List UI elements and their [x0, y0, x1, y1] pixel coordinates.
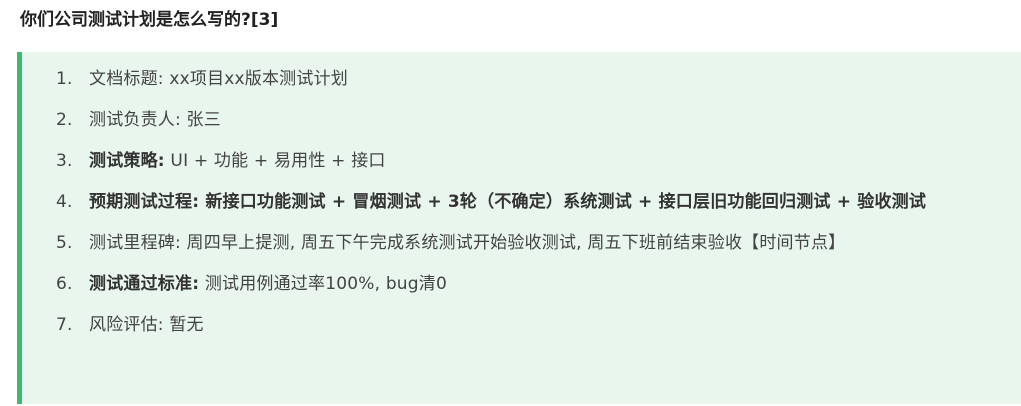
- plan-list: 1. 文档标题: xx项目xx版本测试计划 2. 测试负责人: 张三 3. 测试…: [22, 64, 1021, 351]
- item-label: 测试通过标准:: [89, 274, 200, 294]
- list-item-owner: 2. 测试负责人: 张三: [22, 105, 1021, 135]
- item-value: UI + 功能 + 易用性 + 接口: [170, 151, 386, 171]
- list-number: 7.: [56, 315, 73, 335]
- item-label: 测试负责人:: [89, 110, 181, 130]
- page-title: 你们公司测试计划是怎么写的?[3]: [20, 10, 279, 30]
- list-number: 5.: [56, 233, 73, 253]
- item-value: xx项目xx版本测试计划: [169, 69, 348, 89]
- item-label: 风险评估:: [89, 315, 164, 335]
- list-number: 4.: [56, 192, 73, 212]
- list-number: 1.: [56, 69, 73, 89]
- item-label: 测试里程碑:: [89, 233, 181, 253]
- item-label: 文档标题:: [89, 69, 164, 89]
- item-value: 新接口功能测试 + 冒烟测试 + 3轮（不确定）系统测试 + 接口层旧功能回归测…: [205, 192, 927, 212]
- item-value: 张三: [186, 110, 221, 130]
- list-number: 3.: [56, 151, 73, 171]
- list-item-strategy: 3. 测试策略: UI + 功能 + 易用性 + 接口: [22, 146, 1021, 176]
- item-label: 预期测试过程:: [89, 192, 200, 212]
- list-number: 6.: [56, 274, 73, 294]
- list-item-milestone: 5. 测试里程碑: 周四早上提测, 周五下午完成系统测试开始验收测试, 周五下班…: [22, 228, 1021, 258]
- item-label: 测试策略:: [89, 151, 165, 171]
- list-item-pass-criteria: 6. 测试通过标准: 测试用例通过率100%, bug清0: [22, 269, 1021, 299]
- list-item-title: 1. 文档标题: xx项目xx版本测试计划: [22, 64, 1021, 94]
- list-item-process: 4. 预期测试过程: 新接口功能测试 + 冒烟测试 + 3轮（不确定）系统测试 …: [22, 187, 1021, 217]
- item-value: 暂无: [169, 315, 204, 335]
- plan-blockquote: 1. 文档标题: xx项目xx版本测试计划 2. 测试负责人: 张三 3. 测试…: [17, 52, 1021, 404]
- list-number: 2.: [56, 110, 73, 130]
- list-item-risk: 7. 风险评估: 暂无: [22, 310, 1021, 340]
- item-value: 测试用例通过率100%, bug清0: [204, 274, 447, 294]
- item-value: 周四早上提测, 周五下午完成系统测试开始验收测试, 周五下班前结束验收【时间节点…: [186, 233, 846, 253]
